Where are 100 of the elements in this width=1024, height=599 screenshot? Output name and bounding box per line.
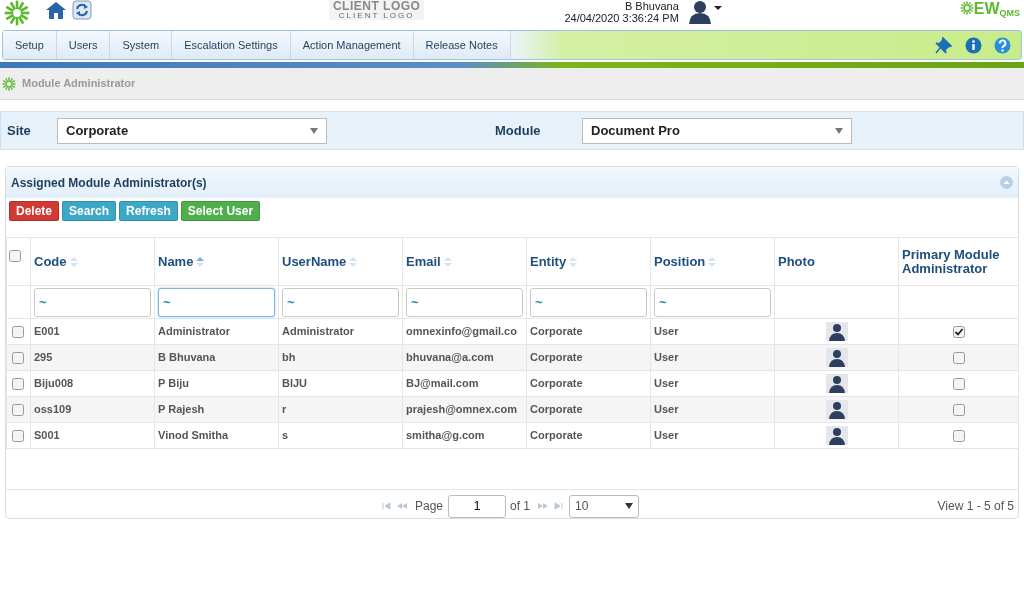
filter-field[interactable]: ~: [158, 287, 275, 317]
table-cell: Administrator: [158, 325, 231, 338]
home-icon[interactable]: [44, 0, 68, 20]
sort-icon[interactable]: [443, 257, 452, 268]
filter-field[interactable]: ~: [654, 287, 771, 317]
primary-checkbox[interactable]: [952, 326, 965, 339]
nav-item[interactable]: Release Notes: [413, 31, 511, 59]
info-icon[interactable]: [965, 36, 982, 54]
sort-icon[interactable]: [569, 257, 578, 268]
column-header[interactable]: Entity: [530, 253, 567, 269]
dropdown[interactable]: Document Pro: [582, 117, 852, 144]
table-cell: Administrator: [282, 325, 355, 338]
table-cell: Corporate: [530, 351, 583, 364]
page-label: Page: [415, 498, 444, 515]
nav-item[interactable]: Escalation Settings: [172, 31, 291, 59]
table-cell: B Bhuvana: [158, 351, 216, 364]
dropdown-arrow-icon: [625, 503, 634, 509]
table-cell: omnexinfo@gmail.co: [406, 325, 517, 338]
brand-icon: [959, 1, 974, 15]
row-checkbox[interactable]: [12, 378, 24, 391]
brand-name: EW: [973, 1, 1000, 17]
avatar-icon[interactable]: [686, 0, 713, 24]
nav-item[interactable]: Setup: [3, 31, 57, 59]
nav-item[interactable]: System: [110, 31, 173, 59]
table-cell: Biju008: [34, 377, 74, 390]
table-cell: P Biju: [158, 377, 189, 390]
sort-icon[interactable]: [708, 257, 717, 268]
first-page-icon[interactable]: [382, 501, 391, 511]
filter-field[interactable]: ~: [406, 287, 523, 317]
nav-item[interactable]: Action Management: [290, 31, 414, 59]
table-cell: User: [654, 351, 679, 364]
sort-icon[interactable]: [69, 257, 78, 268]
user-photo-icon: [825, 348, 848, 367]
nav-item[interactable]: Users: [56, 31, 111, 59]
user-photo-icon: [825, 374, 848, 393]
pin-icon[interactable]: [935, 36, 953, 54]
column-header[interactable]: Code: [34, 253, 67, 269]
table-cell: smitha@g.com: [406, 429, 485, 442]
column-header[interactable]: Position: [654, 253, 706, 269]
primary-checkbox[interactable]: [952, 378, 965, 391]
table-cell: E001: [34, 325, 60, 338]
table-cell: S001: [34, 429, 60, 442]
field-label: Module: [495, 121, 542, 140]
table-cell: bhuvana@a.com: [406, 351, 494, 364]
table-cell: Corporate: [530, 429, 583, 442]
panel-title: Assigned Module Administrator(s): [11, 174, 207, 192]
user-name: B Bhuvana: [623, 0, 679, 12]
page-field[interactable]: 1: [448, 494, 507, 518]
date-time: 24/04/2020 3:36:24 PM: [564, 12, 679, 24]
prev-page-icon[interactable]: [397, 501, 407, 511]
user-photo-icon: [825, 426, 848, 445]
table-cell: bh: [282, 351, 296, 364]
row-checkbox[interactable]: [12, 326, 24, 339]
row-checkbox[interactable]: [12, 430, 24, 443]
dropdown[interactable]: Corporate: [57, 117, 327, 144]
record-count: View 1 - 5 of 5: [937, 498, 1014, 515]
table-cell: 295: [34, 351, 53, 364]
user-photo-icon: [825, 400, 848, 419]
refresh-icon[interactable]: [72, 0, 92, 20]
table-cell: User: [654, 429, 679, 442]
dropdown-arrow-icon: [310, 127, 318, 134]
column-header: Photo: [778, 253, 815, 269]
sort-icon[interactable]: [196, 257, 205, 268]
column-header[interactable]: Email: [406, 253, 441, 269]
primary-checkbox[interactable]: [952, 430, 965, 443]
table-cell: P Rajesh: [158, 403, 205, 416]
logo-icon[interactable]: [2, 76, 16, 91]
column-header[interactable]: UserName: [282, 253, 347, 269]
table-cell: Corporate: [530, 325, 583, 338]
row-checkbox[interactable]: [12, 352, 24, 365]
table-cell: Corporate: [530, 403, 583, 416]
column-header[interactable]: Name: [158, 253, 194, 269]
table-cell: BJ@mail.com: [406, 377, 479, 390]
next-page-icon[interactable]: [538, 501, 549, 511]
toolbar-button[interactable]: Delete: [9, 201, 60, 221]
filter-field[interactable]: ~: [282, 287, 399, 317]
table-cell: Vinod Smitha: [158, 429, 229, 442]
table-cell: BIJU: [282, 377, 308, 390]
table-cell: r: [282, 403, 287, 416]
table-cell: oss109: [34, 403, 72, 416]
page-size-dropdown[interactable]: 10: [569, 494, 640, 518]
row-checkbox[interactable]: [12, 404, 24, 417]
primary-checkbox[interactable]: [952, 404, 965, 417]
brand-suffix: QMS: [999, 8, 1020, 20]
field-label: Site: [6, 121, 32, 140]
help-icon[interactable]: [994, 36, 1011, 54]
column-header: Primary Module Administrator: [902, 246, 1000, 276]
primary-checkbox[interactable]: [952, 352, 965, 365]
table-cell: User: [654, 403, 679, 416]
filter-field[interactable]: ~: [34, 287, 151, 317]
sort-icon[interactable]: [349, 257, 358, 268]
table-cell: User: [654, 325, 679, 338]
filter-field[interactable]: ~: [530, 287, 647, 317]
table-cell: User: [654, 377, 679, 390]
select-all-checkbox[interactable]: [9, 249, 21, 262]
last-page-icon[interactable]: [554, 501, 564, 511]
table-cell: Corporate: [530, 377, 583, 390]
client-logo: CLIENT LOGO CLIENT LOGO: [328, 0, 425, 20]
collapse-icon[interactable]: [1000, 176, 1013, 189]
dropdown-arrow-icon: [835, 127, 843, 134]
